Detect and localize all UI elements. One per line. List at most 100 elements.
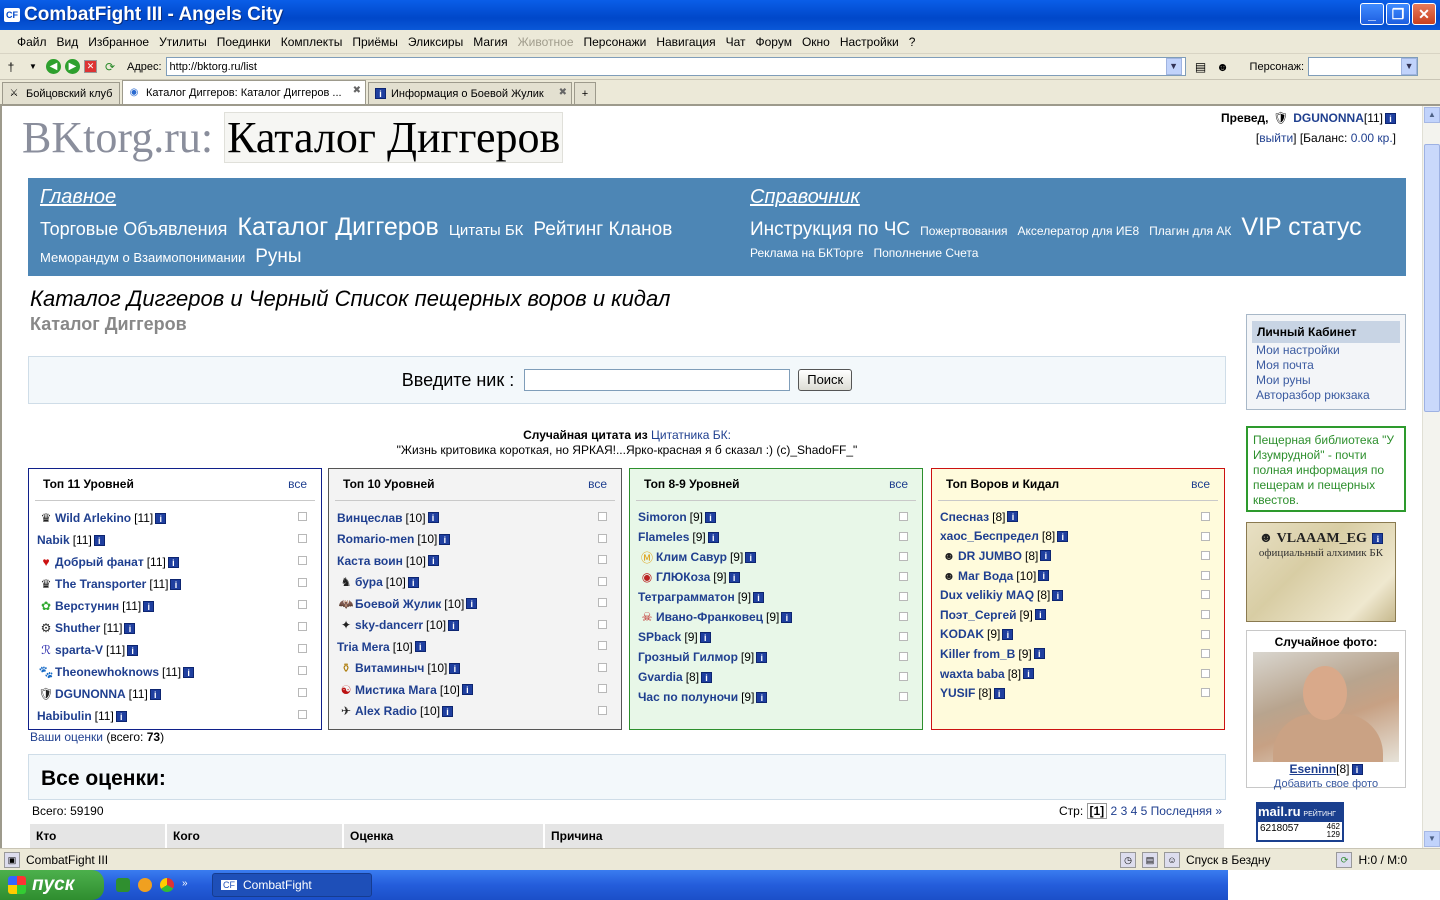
player-link[interactable]: The Transporter — [55, 577, 146, 591]
info-icon[interactable]: i — [149, 688, 161, 700]
player-link[interactable]: Habibulin — [37, 709, 92, 723]
page-icon[interactable]: ▤ — [1192, 58, 1210, 76]
info-icon[interactable]: i — [1040, 550, 1052, 562]
player-link[interactable]: Маг Вода — [958, 569, 1013, 583]
address-input[interactable]: http://bktorg.ru/list ▼ — [165, 57, 1186, 76]
player-link[interactable]: хаос_Беспредел — [940, 529, 1039, 543]
select-checkbox[interactable] — [899, 532, 908, 541]
menu-item[interactable]: Навигация — [651, 35, 720, 49]
info-icon[interactable]: i — [183, 666, 195, 678]
player-link[interactable]: Поэт_Сергей — [940, 608, 1017, 622]
maximize-button[interactable]: ❐ — [1386, 3, 1410, 25]
new-tab-button[interactable]: + — [574, 82, 596, 104]
vertical-scrollbar[interactable]: ▲ ▼ — [1422, 106, 1440, 848]
last-page-link[interactable]: Последняя » — [1151, 804, 1222, 818]
info-icon[interactable]: i — [728, 571, 740, 583]
nav-trade-ads[interactable]: Торговые Объявления — [40, 219, 227, 240]
menu-item[interactable]: ? — [904, 35, 921, 49]
select-checkbox[interactable] — [598, 533, 607, 543]
info-icon[interactable]: i — [756, 651, 768, 663]
select-checkbox[interactable] — [1201, 629, 1210, 639]
tab-fight-club[interactable]: ⚔ Бойцовский клуб — [2, 82, 120, 104]
info-icon[interactable]: i — [705, 511, 717, 523]
quicklaunch-browser-icon[interactable] — [138, 878, 152, 892]
info-icon[interactable]: i — [993, 687, 1005, 699]
info-icon[interactable]: i — [124, 622, 136, 634]
nav-vip-status[interactable]: VIP статус — [1241, 213, 1361, 242]
info-icon[interactable]: i — [707, 531, 719, 543]
people-icon[interactable]: ☺ — [1164, 851, 1180, 868]
nav-ie8-accelerator[interactable]: Акселератор для ИЕ8 — [1018, 224, 1140, 238]
quicklaunch-chrome-icon[interactable] — [160, 878, 174, 892]
info-icon[interactable]: i — [167, 556, 179, 568]
select-checkbox[interactable] — [298, 512, 307, 521]
select-checkbox[interactable] — [899, 692, 908, 701]
select-checkbox[interactable] — [1201, 570, 1210, 580]
info-icon[interactable]: i — [466, 598, 478, 610]
info-icon[interactable]: i — [439, 533, 451, 545]
nav-runes[interactable]: Руны — [255, 246, 301, 268]
select-checkbox[interactable] — [298, 644, 307, 653]
select-checkbox[interactable] — [899, 552, 908, 561]
player-link[interactable]: Gvardia — [638, 670, 683, 684]
player-link[interactable]: Боевой Жулик — [355, 597, 441, 611]
refresh-icon[interactable]: ⟳ — [101, 58, 119, 76]
info-icon[interactable]: i — [449, 662, 461, 674]
column-who[interactable]: Кто — [30, 824, 167, 848]
cave-library-promo[interactable]: Пещерная библиотека "У Изумрудной" - поч… — [1246, 426, 1406, 512]
top-list-all-link[interactable]: все — [1191, 477, 1210, 500]
info-icon[interactable]: i — [781, 611, 793, 623]
scroll-up-icon[interactable]: ▲ — [1424, 107, 1440, 123]
clock-icon[interactable]: ◷ — [1120, 851, 1136, 868]
top-list-all-link[interactable]: все — [889, 477, 908, 500]
select-checkbox[interactable] — [298, 578, 307, 587]
start-button[interactable]: пуск — [0, 870, 104, 900]
alchemist-banner[interactable]: ☻ VLAAAM_EG i официальный алхимик БК — [1246, 522, 1396, 622]
persona-select[interactable]: ▼ — [1308, 57, 1419, 76]
player-link[interactable]: Час по полуночи — [638, 690, 738, 704]
menu-item[interactable]: Персонажи — [579, 35, 652, 49]
photo-user-link[interactable]: Eseninn — [1289, 762, 1336, 776]
select-checkbox[interactable] — [598, 555, 607, 564]
chevron-down-icon[interactable]: ▼ — [24, 58, 42, 76]
select-checkbox[interactable] — [899, 592, 908, 601]
player-link[interactable]: Каста воин — [337, 554, 403, 568]
player-link[interactable]: sky-dancerr — [355, 618, 423, 632]
select-checkbox[interactable] — [298, 666, 307, 675]
nav-donations[interactable]: Пожертвования — [920, 224, 1007, 238]
info-icon[interactable]: i — [1007, 511, 1019, 523]
nav-top-up[interactable]: Пополнение Счета — [874, 246, 979, 260]
player-link[interactable]: Killer from_B — [940, 647, 1015, 661]
info-icon[interactable]: i — [1351, 764, 1363, 776]
top-list-all-link[interactable]: все — [288, 477, 307, 500]
page-link[interactable]: 4 — [1131, 804, 1138, 818]
player-link[interactable]: Dux velikiy MAQ — [940, 588, 1034, 602]
select-checkbox[interactable] — [298, 600, 307, 609]
close-button[interactable]: ✕ — [1412, 3, 1436, 25]
info-icon[interactable]: i — [1057, 530, 1069, 542]
nav-memorandum[interactable]: Меморандум о Взаимопонимании — [40, 250, 245, 265]
balance-value[interactable]: 0.00 кр. — [1351, 131, 1393, 145]
player-link[interactable]: бура — [355, 575, 383, 589]
select-checkbox[interactable] — [899, 612, 908, 621]
info-icon[interactable]: i — [1033, 648, 1045, 660]
tab-catalog[interactable]: ◉ Каталог Диггеров: Каталог Диггеров ...… — [122, 80, 366, 104]
info-icon[interactable]: i — [699, 631, 711, 643]
nav-ak-plugin[interactable]: Плагин для АК — [1149, 224, 1231, 238]
close-icon[interactable]: ✖ — [353, 85, 361, 96]
nav-digger-catalog[interactable]: Каталог Диггеров — [237, 213, 438, 242]
select-checkbox[interactable] — [298, 534, 307, 543]
stop-icon[interactable]: ✕ — [84, 60, 97, 73]
select-checkbox[interactable] — [1201, 531, 1210, 541]
player-link[interactable]: Грозный Гилмор — [638, 650, 738, 664]
backpack-autosort-link[interactable]: Авторазбор рюкзака — [1252, 388, 1400, 403]
top-list-all-link[interactable]: все — [588, 477, 607, 500]
select-checkbox[interactable] — [1201, 609, 1210, 619]
select-checkbox[interactable] — [899, 672, 908, 681]
add-photo-link[interactable]: Добавить свое фото — [1274, 778, 1378, 790]
menu-item[interactable]: Вид — [52, 35, 84, 49]
player-link[interactable]: DGUNONNA — [55, 687, 126, 701]
select-checkbox[interactable] — [1201, 649, 1210, 659]
nav-reference-heading[interactable]: Справочник — [750, 186, 1362, 209]
player-link[interactable]: Витаминыч — [355, 661, 424, 675]
